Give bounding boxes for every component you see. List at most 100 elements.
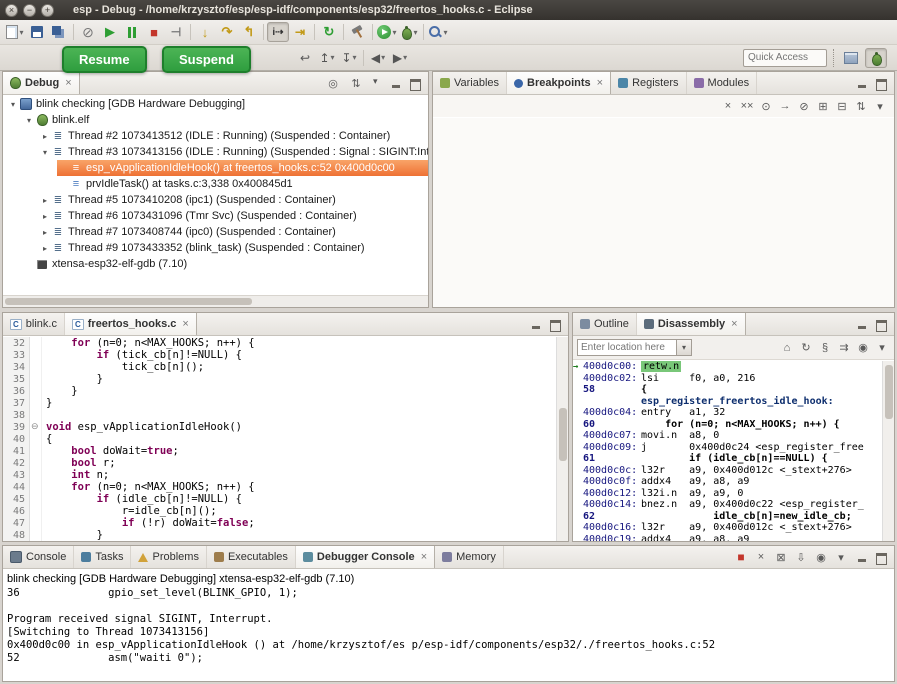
skip-all-breakpoints-button[interactable]: ⊘: [77, 22, 99, 42]
code-line[interactable]: 45 if (idle_cb[n]!=NULL) {: [3, 493, 556, 505]
show-breakpoints-supported-button[interactable]: ⊙: [758, 98, 774, 114]
quick-access-input[interactable]: [743, 49, 827, 67]
last-edit-location-button[interactable]: ↩: [294, 48, 316, 68]
disassembly-row[interactable]: 400d0c07: movi.n a8, 0: [573, 430, 882, 442]
run-button[interactable]: [376, 22, 398, 42]
code-line[interactable]: 40 {: [3, 433, 556, 445]
code-editor[interactable]: 32 for (n=0; n<MAX_HOOKS; n++) { 33 if (…: [3, 337, 556, 541]
view-tab[interactable]: Memory: [435, 546, 504, 568]
disassembly-listing[interactable]: 400d0c00: retw.n 400d0c02: lsi f0, a0, 2…: [573, 361, 882, 541]
skip-all-breakpoints-toggle[interactable]: ⊘: [796, 98, 812, 114]
remove-selected-breakpoints-button[interactable]: ×: [720, 98, 736, 114]
disconnect-button[interactable]: ⊣: [165, 22, 187, 42]
code-line[interactable]: 47 if (!r) doWait=false;: [3, 517, 556, 529]
step-return-button[interactable]: ↰: [238, 22, 260, 42]
minimize-icon[interactable]: [856, 551, 868, 563]
disassembly-row[interactable]: 400d0c02: lsi f0, a0, 216: [573, 373, 882, 385]
forward-button[interactable]: ▶: [389, 48, 411, 68]
disassembly-row[interactable]: 61 if (idle_cb[n]==NULL) {: [573, 453, 882, 465]
window-close-button[interactable]: [5, 4, 18, 17]
disassembly-row[interactable]: esp_register_freertos_idle_hook:: [573, 396, 882, 408]
debugger-console-output[interactable]: blink checking [GDB Hardware Debugging] …: [3, 570, 894, 681]
code-line[interactable]: 38: [3, 409, 556, 421]
disassembly-row[interactable]: 400d0c12: l32i.n a9, a9, 0: [573, 488, 882, 500]
code-line[interactable]: 44 for (n=0; n<MAX_HOOKS; n++) {: [3, 481, 556, 493]
tree-expander-icon[interactable]: [7, 100, 19, 109]
next-annotation-button[interactable]: ↧: [338, 48, 360, 68]
instruction-stepping-toggle[interactable]: i⇢: [267, 22, 289, 42]
previous-annotation-button[interactable]: ↥: [316, 48, 338, 68]
track-expression-toggle[interactable]: ⇉: [836, 340, 852, 356]
debug-button[interactable]: [398, 22, 420, 42]
collapse-all-button[interactable]: ⊟: [834, 98, 850, 114]
location-input[interactable]: [577, 339, 677, 356]
tree-expander-icon[interactable]: [39, 228, 51, 237]
debug-perspective-button[interactable]: [865, 48, 887, 68]
tree-expander-icon[interactable]: [39, 132, 51, 141]
code-line[interactable]: 37 }: [3, 397, 556, 409]
disassembly-row[interactable]: 400d0c19: addx4 a9, a8, a9: [573, 534, 882, 542]
scrollbar-thumb[interactable]: [5, 298, 252, 305]
debug-tree-row[interactable]: blink checking [GDB Hardware Debugging]: [3, 96, 428, 112]
disassembly-row[interactable]: 400d0c04: entry a1, 32: [573, 407, 882, 419]
use-step-filters-toggle[interactable]: ⇥: [289, 22, 311, 42]
debug-tree-row[interactable]: Thread #7 1073408744 (ipc0) (Suspended :…: [3, 224, 428, 240]
view-tab[interactable]: Tasks: [74, 546, 131, 568]
editor-scrollbar[interactable]: [556, 337, 568, 541]
disassembly-row[interactable]: 400d0c0c: l32r a9, 0x400d012c <_stext+27…: [573, 465, 882, 477]
suspend-button[interactable]: [121, 22, 143, 42]
tab-close-icon[interactable]: [180, 318, 188, 330]
debug-tree-row[interactable]: Thread #9 1073433352 (blink_task) (Suspe…: [3, 240, 428, 256]
maximize-icon[interactable]: [409, 77, 421, 89]
disassembly-row[interactable]: 400d0c14: bnez.n a9, 0x400d0c22 <esp_reg…: [573, 499, 882, 511]
debug-tree-row[interactable]: Thread #3 1073413156 (IDLE : Running) (S…: [3, 144, 428, 160]
maximize-icon[interactable]: [549, 318, 561, 330]
disassembly-view-menu-button[interactable]: ▾: [874, 340, 890, 356]
open-perspective-button[interactable]: [840, 48, 862, 68]
remove-all-breakpoints-button[interactable]: ××: [739, 98, 755, 114]
open-console-dropdown[interactable]: ▾: [833, 549, 849, 565]
navigate-to-pc-button[interactable]: ⌂: [779, 340, 795, 356]
scroll-lock-toggle[interactable]: ⇩: [793, 549, 809, 565]
code-line[interactable]: 42 bool r;: [3, 457, 556, 469]
view-tab[interactable]: Executables: [207, 546, 296, 568]
new-button[interactable]: [4, 22, 26, 42]
debug-tree-row[interactable]: blink.elf: [3, 112, 428, 128]
remove-launch-button[interactable]: ×: [753, 549, 769, 565]
save-button[interactable]: [26, 22, 48, 42]
code-line[interactable]: 46 r=idle_cb[n]();: [3, 505, 556, 517]
minimize-icon[interactable]: [856, 77, 868, 89]
restart-button[interactable]: ↻: [318, 22, 340, 42]
tab-close-icon[interactable]: [63, 77, 71, 89]
link-with-debug-view-toggle[interactable]: ⇅: [853, 98, 869, 114]
minimize-icon[interactable]: [856, 318, 868, 330]
code-line[interactable]: 35 }: [3, 373, 556, 385]
maximize-icon[interactable]: [875, 318, 887, 330]
code-line[interactable]: 33 if (tick_cb[n]!=NULL) {: [3, 349, 556, 361]
disassembly-row[interactable]: 58 {: [573, 384, 882, 396]
tab-close-icon[interactable]: [419, 551, 427, 563]
thread-grouping-icon[interactable]: [348, 75, 364, 91]
view-tab[interactable]: Registers: [611, 72, 686, 94]
scrollbar-thumb[interactable]: [885, 365, 893, 419]
save-all-button[interactable]: [48, 22, 70, 42]
scrollbar-thumb[interactable]: [559, 408, 567, 461]
code-line[interactable]: 36 }: [3, 385, 556, 397]
step-into-button[interactable]: ↓: [194, 22, 216, 42]
minimize-icon[interactable]: [390, 77, 402, 89]
debug-tree-row[interactable]: Thread #2 1073413512 (IDLE : Running) (S…: [3, 128, 428, 144]
debug-tree-row[interactable]: esp_vApplicationIdleHook() at freertos_h…: [3, 160, 428, 176]
maximize-icon[interactable]: [875, 551, 887, 563]
view-tab[interactable]: Modules: [687, 72, 758, 94]
step-over-button[interactable]: ↷: [216, 22, 238, 42]
resume-button[interactable]: ▶: [99, 22, 121, 42]
back-button[interactable]: ◀: [367, 48, 389, 68]
disassembly-row[interactable]: 400d0c16: l32r a9, 0x400d012c <_stext+27…: [573, 522, 882, 534]
editor-tab[interactable]: blink.c: [3, 313, 65, 335]
terminate-console-button[interactable]: ■: [733, 549, 749, 565]
disassembly-row[interactable]: 62 idle_cb[n]=new_idle_cb;: [573, 511, 882, 523]
breakpoints-list[interactable]: [433, 118, 894, 307]
window-minimize-button[interactable]: [23, 4, 36, 17]
view-tab[interactable]: Disassembly: [637, 313, 746, 335]
code-line[interactable]: 39 void esp_vApplicationIdleHook(): [3, 421, 556, 433]
